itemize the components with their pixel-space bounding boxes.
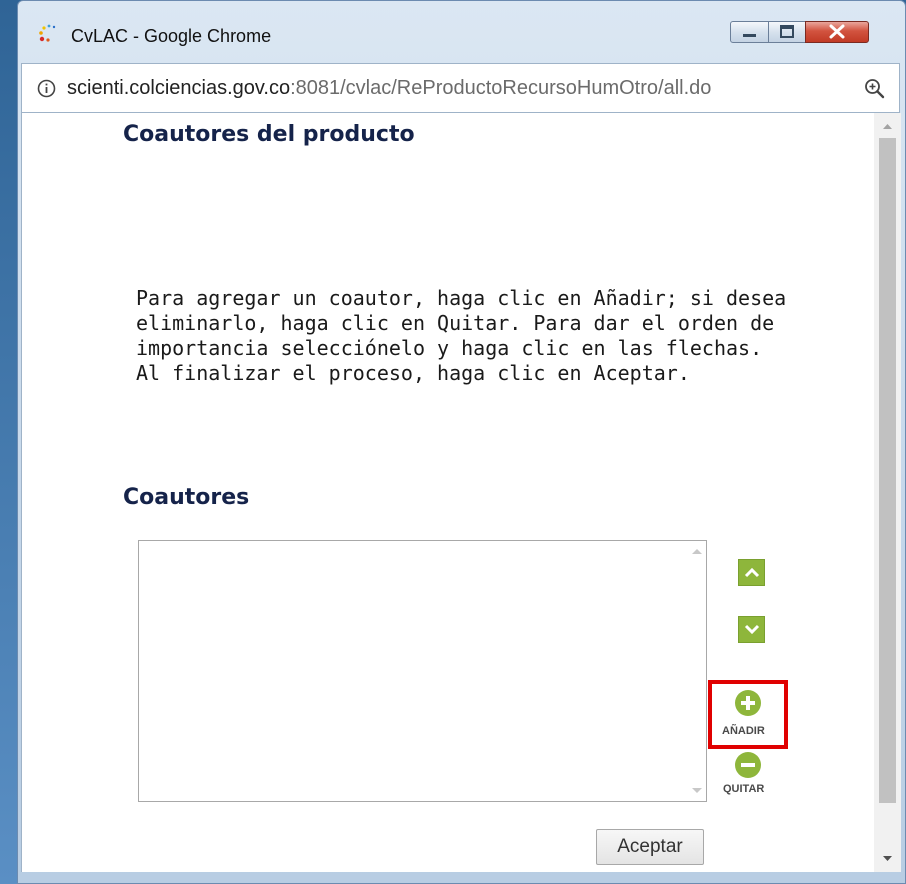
instructions-line: importancia selecciónelo y haga clic en … <box>136 336 763 360</box>
page-title: Coautores del producto <box>123 122 415 147</box>
popup-window: CvLAC - Google Chrome scienti.colciencia… <box>17 0 906 884</box>
instructions-line: Al finalizar el proceso, haga clic en Ac… <box>136 361 690 385</box>
listbox-scrollbar[interactable] <box>688 541 706 801</box>
scroll-up-arrow-icon[interactable] <box>691 546 703 556</box>
scroll-up-arrow-icon[interactable] <box>882 122 893 130</box>
add-icon <box>735 690 761 716</box>
minimize-icon <box>743 34 756 37</box>
minimize-button[interactable] <box>730 21 769 43</box>
coauthors-heading: Coautores <box>123 485 250 510</box>
add-label: AÑADIR <box>722 725 765 737</box>
close-button[interactable] <box>805 21 869 43</box>
app-icon <box>39 24 56 42</box>
scroll-down-arrow-icon[interactable] <box>691 786 703 796</box>
move-up-button[interactable] <box>738 559 765 586</box>
scrollbar-thumb[interactable] <box>879 138 896 803</box>
address-bar[interactable]: scienti.colciencias.gov.co:8081/cvlac/Re… <box>21 63 900 113</box>
zoom-icon[interactable] <box>864 78 885 99</box>
title-bar[interactable]: CvLAC - Google Chrome <box>18 1 905 53</box>
window-title: CvLAC - Google Chrome <box>71 26 272 46</box>
maximize-button[interactable] <box>768 21 806 43</box>
instructions-line: Para agregar un coautor, haga clic en Añ… <box>136 286 787 310</box>
accept-button[interactable]: Aceptar <box>596 829 704 865</box>
remove-icon <box>735 752 761 778</box>
scroll-down-arrow-icon[interactable] <box>882 855 893 863</box>
page-scrollbar[interactable] <box>874 113 901 872</box>
move-down-button[interactable] <box>738 616 765 643</box>
page-content: Coautores del producto Para agregar un c… <box>21 113 901 872</box>
remove-label: QUITAR <box>723 783 765 795</box>
coauthors-listbox[interactable] <box>138 540 707 802</box>
instructions-text: Para agregar un coautor, haga clic en Añ… <box>136 286 816 386</box>
instructions-line: eliminarlo, haga clic en Quitar. Para da… <box>136 311 775 335</box>
url-host: scienti.colciencias.gov.co <box>67 77 291 99</box>
maximize-icon <box>780 25 794 38</box>
move-up-icon <box>744 567 760 578</box>
move-down-icon <box>744 624 760 635</box>
url-path: :8081/cvlac/ReProductoRecursoHumOtro/all… <box>290 77 712 99</box>
add-button[interactable]: AÑADIR <box>708 680 788 749</box>
url-text[interactable]: scienti.colciencias.gov.co:8081/cvlac/Re… <box>67 77 711 100</box>
close-icon <box>829 24 845 39</box>
info-icon[interactable] <box>37 79 56 98</box>
